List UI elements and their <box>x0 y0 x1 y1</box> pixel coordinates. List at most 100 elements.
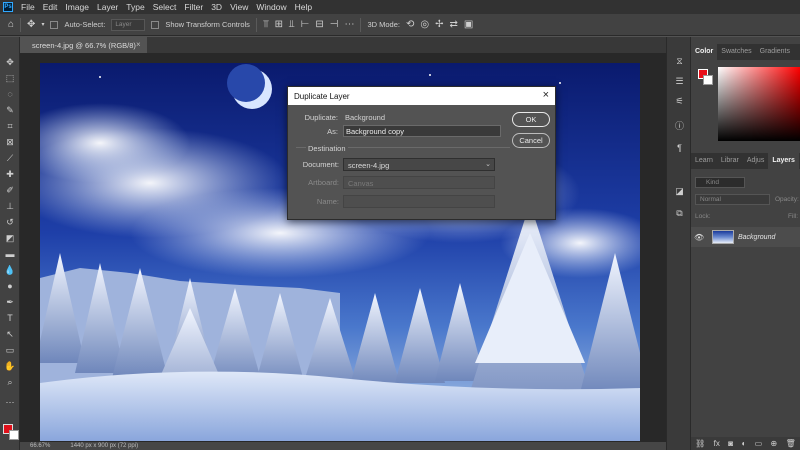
document-select[interactable]: screen-4.jpg ⌄ <box>343 158 495 171</box>
document-tab[interactable]: screen-4.jpg @ 66.7% (RGB/8) × <box>20 37 147 53</box>
link-layers-icon[interactable]: ⛓ <box>695 439 705 448</box>
options-bar: ⌂ ✥ ▾ Auto-Select: Layer Show Transform … <box>0 14 800 36</box>
3d-roll-icon[interactable]: ◎ <box>420 19 429 30</box>
eye-icon[interactable]: 👁 <box>694 233 708 242</box>
trash-icon[interactable]: 🗑 <box>786 439 796 448</box>
new-layer-icon[interactable]: ⊕ <box>771 439 778 448</box>
gradient-tool-icon[interactable]: ▬ <box>3 247 17 261</box>
menu-layer[interactable]: Layer <box>93 2 122 12</box>
channels-icon[interactable]: ⧉ <box>673 207 686 220</box>
transform-controls-label: Show Transform Controls <box>165 20 250 29</box>
tab-libraries[interactable]: Librar <box>717 153 743 169</box>
zoom-tool-icon[interactable]: ⌕ <box>3 375 17 389</box>
history-icon[interactable]: ⧖ <box>673 55 686 68</box>
menu-3d[interactable]: 3D <box>207 2 226 12</box>
layer-thumbnail <box>712 230 734 244</box>
3d-orbit-icon[interactable]: ⟲ <box>406 19 414 30</box>
close-icon[interactable]: × <box>136 40 141 49</box>
tab-color[interactable]: Color <box>691 44 718 60</box>
healing-brush-tool-icon[interactable]: ✚ <box>3 167 17 181</box>
type-tool-icon[interactable]: T <box>3 311 17 325</box>
distribute-icon[interactable]: ⋯ <box>344 19 354 30</box>
eraser-tool-icon[interactable]: ◩ <box>3 231 17 245</box>
menu-window[interactable]: Window <box>252 2 290 12</box>
clone-stamp-tool-icon[interactable]: ⊥ <box>3 199 17 213</box>
new-group-icon[interactable]: ▭ <box>755 439 763 448</box>
align-left-icon[interactable]: ⊢ <box>301 19 310 30</box>
zoom-level[interactable]: 66.67% <box>30 443 50 449</box>
new-fill-layer-icon[interactable]: ◐ <box>741 439 746 448</box>
layer-filter-input[interactable]: Kind <box>695 177 745 188</box>
tab-learn[interactable]: Learn <box>691 153 717 169</box>
tab-adjustments[interactable]: Adjus <box>743 153 769 169</box>
background-color-swatch[interactable] <box>9 430 19 440</box>
align-center-icon[interactable]: ⊟ <box>315 19 323 30</box>
eyedropper-tool-icon[interactable]: ⟋ <box>3 151 17 165</box>
layer-name-input[interactable]: Background copy <box>343 125 501 137</box>
move-tool-icon[interactable]: ✥ <box>3 55 17 69</box>
adjustments-icon[interactable]: ⚟ <box>673 95 686 108</box>
menu-filter[interactable]: Filter <box>180 2 207 12</box>
quick-select-tool-icon[interactable]: ✎ <box>3 103 17 117</box>
move-tool-icon[interactable]: ✥ <box>27 19 35 30</box>
brush-tool-icon[interactable]: ✐ <box>3 183 17 197</box>
divider <box>255 17 257 32</box>
document-info: 1440 px x 900 px (72 ppi) <box>70 443 139 449</box>
lasso-tool-icon[interactable]: ◌ <box>3 87 17 101</box>
path-select-tool-icon[interactable]: ↖ <box>3 327 17 341</box>
cancel-button[interactable]: Cancel <box>512 133 550 148</box>
lock-label: Lock: <box>695 213 711 220</box>
paragraph-icon[interactable]: ¶ <box>673 141 686 154</box>
3d-pan-icon[interactable]: ✢ <box>435 19 443 30</box>
add-mask-icon[interactable]: ◙ <box>728 439 733 448</box>
history-brush-tool-icon[interactable]: ↺ <box>3 215 17 229</box>
tools-panel: ✥ ⬚ ◌ ✎ ⌗ ⊠ ⟋ ✚ ✐ ⊥ ↺ ◩ ▬ 💧 ● ✒ T ↖ ▭ ✋ … <box>0 37 20 450</box>
menu-edit[interactable]: Edit <box>39 2 62 12</box>
tab-gradients[interactable]: Gradients <box>756 44 794 60</box>
menu-view[interactable]: View <box>226 2 252 12</box>
close-icon[interactable]: × <box>543 89 549 101</box>
align-right-icon[interactable]: ⊣ <box>330 19 339 30</box>
color-picker-field[interactable] <box>718 67 800 141</box>
align-middle-icon[interactable]: ⊞ <box>275 19 283 30</box>
transform-controls-checkbox[interactable] <box>151 20 160 29</box>
tab-swatches[interactable]: Swatches <box>717 44 755 60</box>
ok-button[interactable]: OK <box>512 112 550 127</box>
hand-tool-icon[interactable]: ✋ <box>3 359 17 373</box>
menu-help[interactable]: Help <box>291 2 316 12</box>
menu-select[interactable]: Select <box>149 2 181 12</box>
home-icon[interactable]: ⌂ <box>8 19 14 30</box>
blend-mode-select[interactable]: Normal <box>695 194 770 205</box>
3d-slide-icon[interactable]: ⇄ <box>449 19 457 30</box>
duplicate-layer-dialog: Duplicate Layer × Duplicate: Background … <box>287 86 556 220</box>
pen-tool-icon[interactable]: ✒ <box>3 295 17 309</box>
layer-name[interactable]: Background <box>738 234 775 241</box>
fx-icon[interactable]: fx <box>714 439 720 448</box>
more-tools-icon[interactable]: ⋯ <box>3 395 17 409</box>
crop-tool-icon[interactable]: ⌗ <box>3 119 17 133</box>
info-icon[interactable]: ⓘ <box>673 119 686 132</box>
align-bottom-icon[interactable]: ⫫ <box>289 19 295 30</box>
frame-tool-icon[interactable]: ⊠ <box>3 135 17 149</box>
menu-image[interactable]: Image <box>61 2 93 12</box>
chevron-down-icon: ⌄ <box>485 161 491 168</box>
chevron-down-icon[interactable]: ▾ <box>41 21 44 28</box>
align-top-icon[interactable]: ⫪ <box>263 19 269 30</box>
layer-row[interactable]: 👁 Background <box>691 227 800 247</box>
name-input <box>343 195 495 208</box>
layer-select-field[interactable]: Layer <box>111 18 146 31</box>
artboard-label: Artboard: <box>308 178 339 187</box>
menu-type[interactable]: Type <box>122 2 148 12</box>
rectangle-tool-icon[interactable]: ▭ <box>3 343 17 357</box>
marquee-tool-icon[interactable]: ⬚ <box>3 71 17 85</box>
background-color-swatch[interactable] <box>703 75 713 85</box>
3d-scale-icon[interactable]: ▣ <box>464 19 473 30</box>
layer-comps-icon[interactable]: ◪ <box>673 185 686 198</box>
dodge-tool-icon[interactable]: ● <box>3 279 17 293</box>
menu-file[interactable]: File <box>17 2 39 12</box>
properties-icon[interactable]: ☰ <box>673 75 686 88</box>
blur-tool-icon[interactable]: 💧 <box>3 263 17 277</box>
auto-select-checkbox[interactable] <box>50 20 59 29</box>
artboard-select: Canvas <box>343 176 495 189</box>
tab-layers[interactable]: Layers <box>768 153 799 169</box>
